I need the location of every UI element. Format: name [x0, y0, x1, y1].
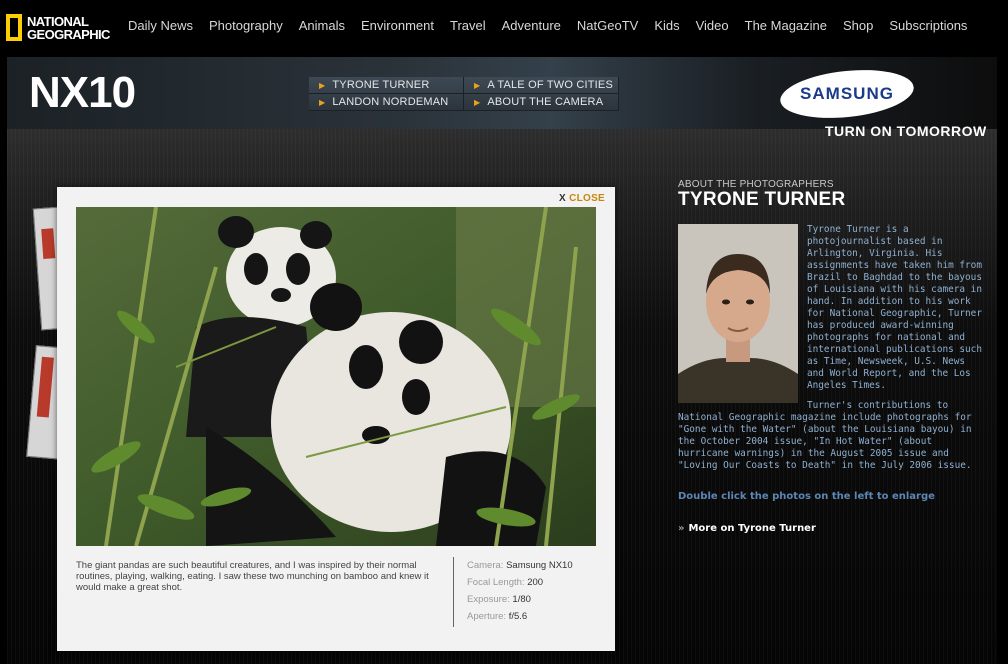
sponsor-tagline: TURN ON TOMORROW — [825, 123, 987, 139]
subnav-item-tyrone-turner[interactable]: ▶ TYRONE TURNER — [309, 77, 464, 94]
logo-line-2: GEOGRAPHIC — [27, 26, 110, 42]
photographer-bio-contributions: Turner's contributions to National Geogr… — [678, 400, 972, 471]
close-icon: X — [559, 193, 566, 204]
about-photographer-header: ABOUT THE PHOTOGRAPHERS TYRONE TURNER — [678, 179, 980, 209]
panda-photo[interactable] — [76, 207, 596, 546]
enlarge-hint: Double click the photos on the left to e… — [678, 491, 935, 502]
feature-subnav: ▶ TYRONE TURNER ▶ A TALE OF TWO CITIES ▶… — [309, 77, 619, 111]
feature-stage: NX10 ▶ TYRONE TURNER ▶ A TALE OF TWO CIT… — [7, 57, 997, 664]
photo-metadata: Camera: Samsung NX10 Focal Length: 200 E… — [467, 560, 573, 628]
top-navigation: NATIONAL GEOGRAPHIC Daily News Photograp… — [0, 0, 1008, 57]
nav-link-kids[interactable]: Kids — [646, 18, 687, 33]
nav-link-subscriptions[interactable]: Subscriptions — [881, 18, 975, 33]
main-nav-links: Daily News Photography Animals Environme… — [120, 18, 975, 33]
nav-link-photography[interactable]: Photography — [201, 18, 291, 33]
yellow-border-icon — [6, 14, 22, 41]
nav-link-environment[interactable]: Environment — [353, 18, 442, 33]
logo-line-1: NATIONAL — [27, 13, 89, 29]
meta-exposure: Exposure: 1/80 — [467, 594, 531, 605]
nav-link-animals[interactable]: Animals — [291, 18, 353, 33]
meta-camera: Camera: Samsung NX10 — [467, 560, 573, 571]
arrow-right-icon: ▶ — [319, 80, 326, 90]
nav-link-adventure[interactable]: Adventure — [494, 18, 569, 33]
nav-link-natgeotv[interactable]: NatGeoTV — [569, 18, 646, 33]
subnav-item-tale-of-two-cities[interactable]: ▶ A TALE OF TWO CITIES — [464, 77, 619, 94]
photographer-name: TYRONE TURNER — [678, 189, 846, 210]
photographer-portrait — [678, 224, 798, 403]
panda-photo-image — [76, 207, 596, 546]
nx10-logo: NX10 — [29, 68, 136, 117]
nav-link-video[interactable]: Video — [688, 18, 737, 33]
photographer-bio-intro: Tyrone Turner is a photojournalist based… — [807, 224, 982, 391]
meta-aperture: Aperture: f/5.6 — [467, 611, 528, 622]
meta-focal-length: Focal Length: 200 — [467, 577, 544, 588]
arrow-right-icon: ▶ — [319, 97, 326, 107]
close-button[interactable]: X CLOSE — [559, 193, 605, 204]
samsung-logo[interactable]: SAMSUNG — [777, 64, 917, 124]
photo-viewer-card: X CLOSE The giant pandas are such beauti… — [57, 187, 615, 651]
nav-link-daily-news[interactable]: Daily News — [120, 18, 201, 33]
subnav-item-landon-nordeman[interactable]: ▶ LANDON NORDEMAN — [309, 94, 464, 111]
nav-link-travel[interactable]: Travel — [442, 18, 494, 33]
national-geographic-logo[interactable]: NATIONAL GEOGRAPHIC — [6, 12, 110, 43]
arrow-right-icon: ▶ — [474, 80, 481, 90]
nav-link-the-magazine[interactable]: The Magazine — [737, 18, 835, 33]
subnav-item-about-the-camera[interactable]: ▶ ABOUT THE CAMERA — [464, 94, 619, 111]
meta-divider — [453, 557, 454, 627]
arrow-right-icon: ▶ — [474, 97, 481, 107]
more-on-photographer-link[interactable]: » More on Tyrone Turner — [678, 523, 816, 534]
photo-caption: The giant pandas are such beautiful crea… — [76, 560, 429, 593]
nav-link-shop[interactable]: Shop — [835, 18, 881, 33]
double-chevron-icon: » — [678, 523, 685, 534]
